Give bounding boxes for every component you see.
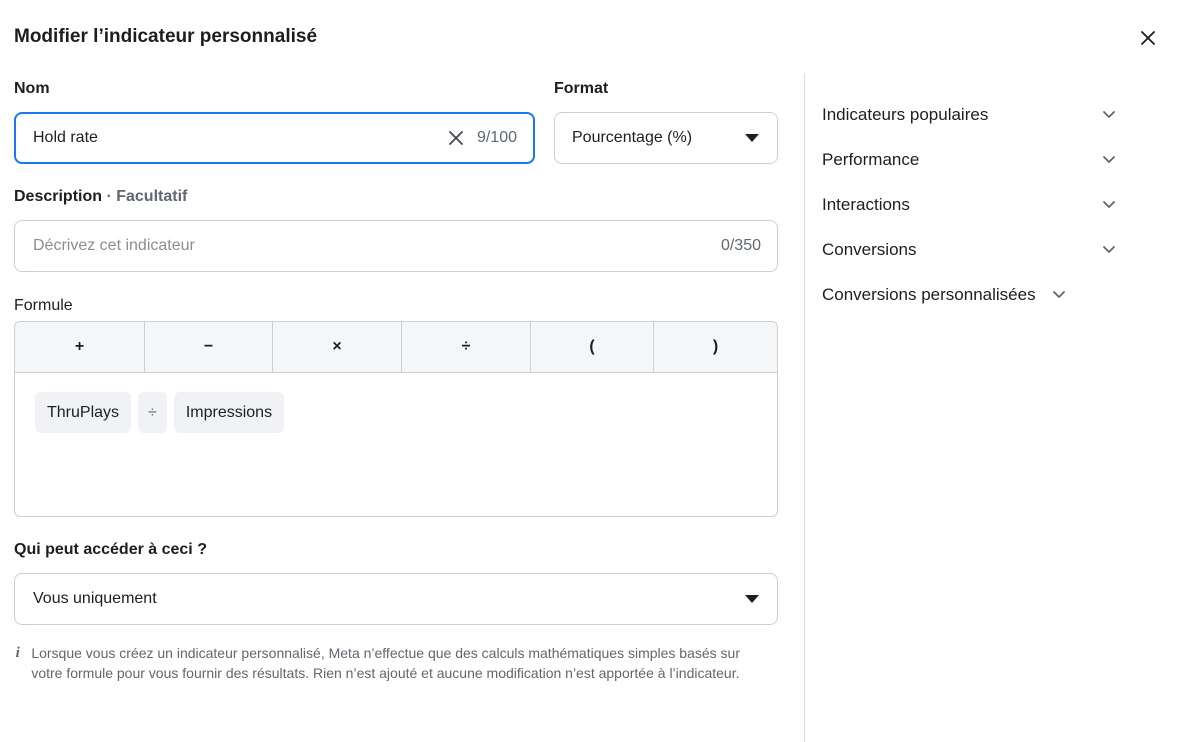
operator-plus-button[interactable]: + xyxy=(15,322,145,372)
description-label: Description · Facultatif xyxy=(14,188,187,206)
close-icon xyxy=(1141,31,1155,45)
chevron-down-icon xyxy=(1100,241,1118,259)
sidebar-item-label: Conversions xyxy=(822,239,917,259)
name-field[interactable]: Hold rate 9/100 xyxy=(14,112,535,164)
access-value: Vous uniquement xyxy=(33,590,157,607)
info-note: i Lorsque vous créez un indicateur perso… xyxy=(14,643,774,683)
format-select[interactable]: Pourcentage (%) xyxy=(554,112,778,164)
access-label: Qui peut accéder à ceci ? xyxy=(14,541,207,558)
formula-editor: + − × ÷ ( ) ThruPlays ÷ Impressions xyxy=(14,321,778,517)
caret-down-icon xyxy=(745,595,759,603)
access-select[interactable]: Vous uniquement xyxy=(14,573,778,625)
formula-token-metric[interactable]: Impressions xyxy=(173,392,285,433)
info-icon: i xyxy=(15,645,20,661)
caret-down-icon xyxy=(745,134,759,142)
operator-toolbar: + − × ÷ ( ) xyxy=(15,322,777,373)
description-label-text: Description xyxy=(14,188,103,205)
sidebar-item-popular-metrics[interactable]: Indicateurs populaires xyxy=(822,92,1122,137)
chevron-down-icon xyxy=(1100,151,1118,169)
description-char-counter: 0/350 xyxy=(720,237,761,254)
optional-tag: · Facultatif xyxy=(102,188,188,205)
metrics-sidebar: Indicateurs populaires Performance Inter… xyxy=(822,92,1122,317)
sidebar-item-custom-conversions[interactable]: Conversions personnalisées xyxy=(822,272,1122,317)
sidebar-item-label: Performance xyxy=(822,149,920,169)
name-char-counter: 9/100 xyxy=(476,129,517,146)
name-label: Nom xyxy=(14,80,50,97)
sidebar-item-label: Interactions xyxy=(822,194,910,214)
sidebar-item-interactions[interactable]: Interactions xyxy=(822,182,1122,227)
open-parenthesis-button[interactable]: ( xyxy=(531,322,654,372)
operator-divide-button[interactable]: ÷ xyxy=(402,322,531,372)
sidebar-item-label: Indicateurs populaires xyxy=(822,104,989,124)
chevron-down-icon xyxy=(1050,286,1068,304)
sidebar-item-performance[interactable]: Performance xyxy=(822,137,1122,182)
info-note-text: Lorsque vous créez un indicateur personn… xyxy=(31,645,741,681)
dialog-title: Modifier l’indicateur personnalisé xyxy=(14,26,318,47)
operator-multiply-button[interactable]: × xyxy=(273,322,402,372)
panel-divider xyxy=(804,73,805,742)
clear-icon xyxy=(449,131,463,145)
chevron-down-icon xyxy=(1100,106,1118,124)
formula-token-metric[interactable]: ThruPlays xyxy=(35,392,132,433)
description-field[interactable]: 0/350 xyxy=(14,220,778,272)
chevron-down-icon xyxy=(1100,196,1118,214)
format-label: Format xyxy=(554,80,609,97)
sidebar-item-label: Conversions personnalisées xyxy=(822,284,1036,304)
clear-name-button[interactable] xyxy=(445,127,467,149)
sidebar-item-conversions[interactable]: Conversions xyxy=(822,227,1122,272)
name-value[interactable]: Hold rate xyxy=(33,129,445,147)
close-button[interactable] xyxy=(1134,24,1162,52)
close-parenthesis-button[interactable]: ) xyxy=(654,322,777,372)
formula-input[interactable]: ThruPlays ÷ Impressions xyxy=(15,373,777,452)
formula-token-operator[interactable]: ÷ xyxy=(138,392,167,433)
description-input[interactable] xyxy=(33,237,721,255)
format-value: Pourcentage (%) xyxy=(572,129,693,146)
operator-minus-button[interactable]: − xyxy=(145,322,273,372)
formula-label: Formule xyxy=(14,297,73,314)
